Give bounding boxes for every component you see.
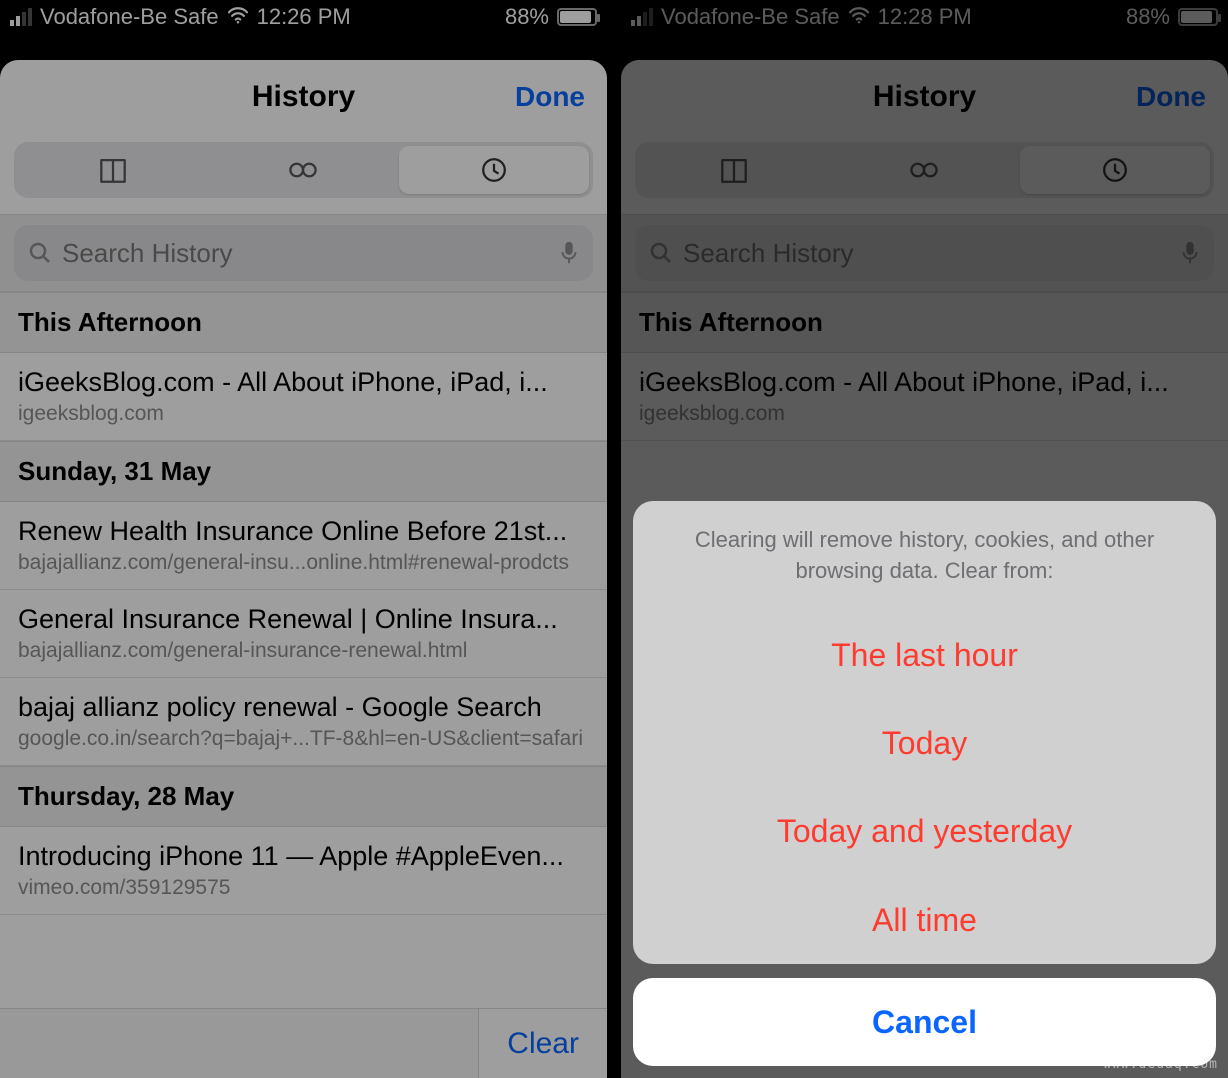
row-subtitle: bajajallianz.com/general-insu...online.h…: [18, 551, 589, 575]
carrier-label: Vodafone-Be Safe: [40, 4, 219, 30]
cell-signal-icon: [10, 8, 32, 26]
section-header: Thursday, 28 May: [0, 766, 607, 827]
screenshot-left: Vodafone-Be Safe 12:26 PM 88% History Do…: [0, 0, 607, 1078]
battery-icon: [557, 8, 597, 26]
done-button[interactable]: Done: [515, 60, 585, 134]
sheet-title: History: [252, 80, 355, 114]
clear-button[interactable]: Clear: [478, 1009, 607, 1078]
row-title: Introducing iPhone 11 — Apple #AppleEven…: [18, 841, 589, 872]
history-row[interactable]: Introducing iPhone 11 — Apple #AppleEven…: [0, 827, 607, 915]
clear-history-actionsheet: Clearing will remove history, cookies, a…: [633, 501, 1216, 1066]
status-bar: Vodafone-Be Safe 12:26 PM 88%: [0, 0, 607, 34]
bookmarks-icon: [95, 152, 131, 188]
clear-last-hour-option[interactable]: The last hour: [633, 612, 1216, 700]
tab-readinglist[interactable]: [208, 146, 398, 194]
clear-today-option[interactable]: Today: [633, 700, 1216, 788]
screenshot-right: Vodafone-Be Safe 12:28 PM 88% History Do…: [621, 0, 1228, 1078]
history-row[interactable]: iGeeksBlog.com - All About iPhone, iPad,…: [0, 353, 607, 441]
clear-all-time-option[interactable]: All time: [633, 876, 1216, 964]
battery-pct-label: 88%: [505, 4, 549, 30]
wifi-icon: [227, 4, 249, 30]
history-row[interactable]: Renew Health Insurance Online Before 21s…: [0, 502, 607, 590]
history-row[interactable]: General Insurance Renewal | Online Insur…: [0, 590, 607, 678]
row-title: bajaj allianz policy renewal - Google Se…: [18, 692, 589, 723]
section-header: Sunday, 31 May: [0, 441, 607, 502]
row-subtitle: vimeo.com/359129575: [18, 876, 589, 900]
clear-today-yesterday-option[interactable]: Today and yesterday: [633, 788, 1216, 876]
row-title: iGeeksBlog.com - All About iPhone, iPad,…: [18, 367, 589, 398]
mic-icon[interactable]: [559, 240, 579, 266]
row-subtitle: igeeksblog.com: [18, 402, 589, 426]
readinglist-icon: [285, 152, 321, 188]
row-subtitle: google.co.in/search?q=bajaj+...TF-8&hl=e…: [18, 727, 589, 751]
section-header: This Afternoon: [0, 292, 607, 353]
toolbar: Clear: [0, 1008, 607, 1078]
history-sheet: History Done: [0, 60, 607, 1078]
actionsheet-message: Clearing will remove history, cookies, a…: [633, 501, 1216, 612]
search-icon: [28, 241, 52, 265]
actionsheet-cancel-button[interactable]: Cancel: [633, 978, 1216, 1066]
history-icon: [476, 152, 512, 188]
search-input[interactable]: [62, 238, 549, 269]
search-history-field[interactable]: [14, 225, 593, 281]
row-title: Renew Health Insurance Online Before 21s…: [18, 516, 589, 547]
row-title: General Insurance Renewal | Online Insur…: [18, 604, 589, 635]
tab-history[interactable]: [399, 146, 589, 194]
tab-bookmarks[interactable]: [18, 146, 208, 194]
clock-label: 12:26 PM: [257, 4, 351, 30]
watermark: www.deuaq.com: [1103, 1057, 1218, 1072]
bookmarks-segmented-control[interactable]: [14, 142, 593, 198]
row-subtitle: bajajallianz.com/general-insurance-renew…: [18, 639, 589, 663]
history-row[interactable]: bajaj allianz policy renewal - Google Se…: [0, 678, 607, 766]
history-list[interactable]: This Afternoon iGeeksBlog.com - All Abou…: [0, 292, 607, 1078]
